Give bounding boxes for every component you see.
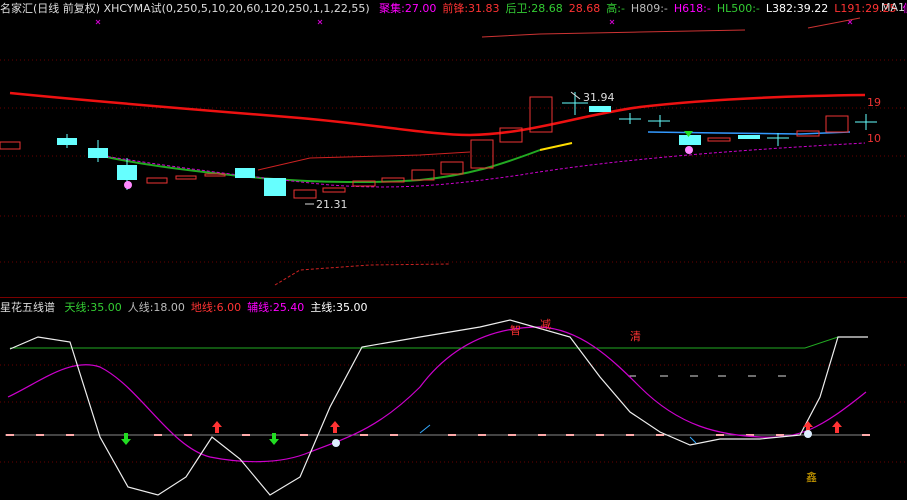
annotation-qing: 清 [630, 330, 641, 343]
right-axis-label-bottom: 10 [867, 132, 881, 145]
diamond-signal-icon [124, 181, 132, 189]
sub-indicator-item: 人线:18.00 [127, 301, 185, 314]
sub-panel-title: 星花五线谱 [0, 301, 55, 314]
sub-indicator-item: 主线:35.00 [310, 301, 368, 314]
candles [0, 92, 877, 199]
upper-band-line-right [807, 17, 861, 29]
annotation-jian: 减 [540, 318, 551, 331]
main-line [9, 319, 868, 496]
diamond-signal-icon-3 [332, 439, 340, 447]
ma-blue-line [647, 131, 851, 135]
ma-yellow-segment [539, 142, 573, 151]
main-grid [0, 59, 907, 263]
sub-panel-indicator-list: 天线:35.00 人线:18.00 地线:6.00 辅线:25.40 主线:35.00 [65, 301, 374, 314]
ma-green-line [97, 149, 541, 184]
ma-thin-red [257, 151, 471, 171]
panel-separator[interactable] [0, 297, 907, 298]
sub-indicator-chart[interactable]: 智 减 清 鑫 [0, 317, 907, 500]
sub-grid [0, 364, 907, 463]
high-marker-label: 31.94 [583, 91, 615, 104]
sub-indicator-item: 辅线:25.40 [247, 301, 305, 314]
aux-line [7, 326, 867, 463]
ma-red-line [9, 91, 866, 137]
annotation-xin: 鑫 [806, 470, 817, 484]
up-arrow-icons [212, 421, 842, 433]
upper-band-line [481, 29, 746, 38]
trend-arrow-icon [419, 424, 431, 434]
low-marker-label: 21.31 [316, 198, 348, 211]
top-x-markers [95, 19, 853, 25]
sub-panel-header: 星花五线谱 天线:35.00 人线:18.00 地线:6.00 辅线:25.40 主线:… [0, 300, 907, 316]
main-candlestick-chart[interactable]: 31.94 21.31 19 10 [0, 0, 907, 297]
trend-arrow-icon-2 [689, 436, 697, 444]
annotation-zhi: 智 [510, 323, 521, 337]
sub-indicator-item: 地线:6.00 [190, 301, 242, 314]
diamond-signal-icon-4 [804, 430, 812, 438]
sky-line [10, 336, 868, 349]
sub-indicator-item: 天线:35.00 [64, 301, 122, 314]
right-axis-label-top: 19 [867, 96, 881, 109]
ma-magenta-dashed [97, 142, 866, 188]
diamond-signal-icon-2 [685, 146, 693, 154]
lower-band-line [274, 263, 451, 286]
